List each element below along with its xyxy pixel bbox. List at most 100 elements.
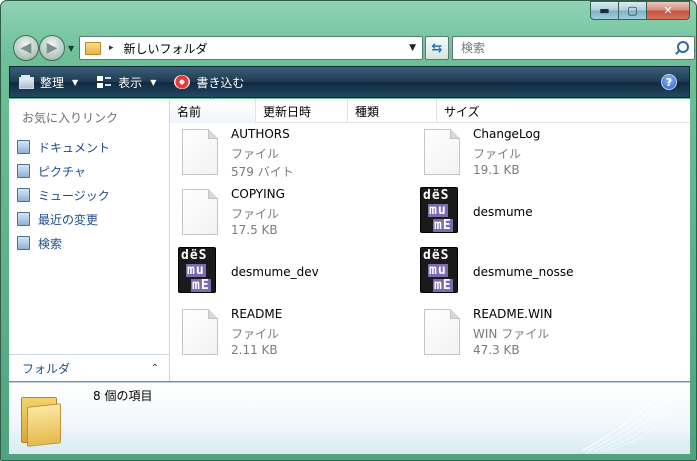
column-header-label: サイズ [444, 104, 480, 119]
desmume-app-icon: dëS mu mE [420, 247, 468, 295]
column-header-label: 更新日時 [263, 104, 312, 119]
breadcrumb-current-folder[interactable]: 新しいフォルダ [124, 40, 208, 57]
file-item[interactable]: README ファイル 2.11 KB [172, 303, 392, 359]
nav-item-label: ピクチャ [38, 164, 86, 179]
favorite-links-list: ドキュメント ピクチャ ミュージック 最近の変更 検索 [17, 135, 110, 255]
organize-icon [18, 75, 34, 89]
nav-item-pictures[interactable]: ピクチャ [17, 159, 110, 183]
document-icon [172, 189, 220, 237]
address-bar[interactable]: ▸ 新しいフォルダ ▼ [79, 36, 423, 60]
maximize-button[interactable]: ▢ [618, 1, 647, 20]
documents-icon [17, 140, 30, 154]
folders-label: フォルダ [22, 361, 71, 376]
file-size: 19.1 KB [473, 163, 520, 177]
folders-toggle[interactable]: フォルダ ⌃ [9, 354, 169, 381]
navigation-row: ◀ ▶ ▼ ▸ 新しいフォルダ ▼ ⇆ [11, 32, 695, 62]
sort-ascending-icon: ⌃ [208, 97, 216, 107]
column-header-name[interactable]: ⌃ 名前 [170, 97, 256, 123]
back-button[interactable]: ◀ [13, 35, 39, 61]
nav-item-label: 検索 [38, 236, 63, 251]
file-name: desmume_nosse [473, 265, 574, 279]
search-box[interactable] [452, 36, 695, 60]
file-name: README.WIN [473, 307, 553, 321]
file-name: README [231, 307, 283, 321]
help-button[interactable]: ? [661, 74, 677, 90]
nav-item-recently-changed[interactable]: 最近の変更 [17, 207, 110, 231]
burn-button[interactable]: 書き込む [166, 67, 254, 97]
chevron-down-icon: ▼ [72, 77, 79, 87]
item-count: 8 個の項目 [93, 389, 153, 403]
file-name: COPYING [231, 187, 285, 201]
chevron-down-icon: ▼ [150, 77, 157, 87]
decorative-swoosh-icon [581, 388, 669, 452]
nav-item-music[interactable]: ミュージック [17, 183, 110, 207]
burn-label: 書き込む [196, 75, 245, 90]
search-icon[interactable] [674, 41, 689, 55]
folder-large-icon [21, 391, 63, 447]
file-type: ファイル [231, 147, 280, 161]
recent-pages-dropdown[interactable]: ▼ [68, 44, 74, 53]
views-label: 表示 [118, 75, 143, 90]
folder-icon [85, 41, 101, 55]
file-type: ファイル [231, 327, 280, 341]
document-icon [172, 129, 220, 177]
file-type: ファイル [231, 207, 280, 221]
file-item[interactable]: README.WIN WIN ファイル 47.3 KB [414, 303, 634, 359]
arrow-left-icon: ◀ [20, 40, 32, 56]
search-input[interactable] [453, 41, 674, 55]
file-size: 2.11 KB [231, 343, 278, 357]
navigation-pane: お気に入りリンク ドキュメント ピクチャ ミュージック 最近の変更 検索 フォル… [9, 99, 170, 381]
file-name: AUTHORS [231, 127, 290, 141]
favorite-links-heading: お気に入りリンク [22, 111, 119, 125]
nav-item-searches[interactable]: 検索 [17, 231, 110, 255]
views-button[interactable]: 表示 ▼ [88, 67, 166, 97]
recent-changes-icon [17, 212, 30, 226]
file-name: ChangeLog [473, 127, 541, 141]
desmume-app-icon: dëS mu mE [178, 247, 226, 295]
command-bar: 整理 ▼ 表示 ▼ 書き込む ? [9, 66, 690, 98]
column-headers: ⌃ 名前 更新日時 種類 サイズ [170, 97, 690, 123]
document-icon [414, 309, 462, 357]
file-item[interactable]: AUTHORS ファイル 579 バイト [172, 123, 392, 179]
file-item[interactable]: dëS mu mE desmume_nosse [414, 243, 634, 299]
views-icon [96, 75, 112, 89]
column-header-size[interactable]: サイズ [437, 99, 690, 123]
file-item[interactable]: COPYING ファイル 17.5 KB [172, 183, 392, 239]
file-type: ファイル [473, 147, 522, 161]
column-header-label: 種類 [355, 104, 380, 119]
document-icon [414, 129, 462, 177]
music-icon [17, 188, 30, 202]
organize-label: 整理 [40, 75, 65, 90]
refresh-icon: ⇆ [431, 40, 443, 56]
chevron-up-icon: ⌃ [150, 362, 159, 374]
file-item[interactable]: dëS mu mE desmume_dev [172, 243, 392, 299]
arrow-right-icon: ▶ [46, 40, 58, 56]
file-size: 47.3 KB [473, 343, 520, 357]
column-header-modified[interactable]: 更新日時 [256, 99, 348, 123]
details-pane: 8 個の項目 [9, 382, 690, 454]
nav-item-label: 最近の変更 [38, 212, 99, 227]
file-type: WIN ファイル [473, 327, 550, 341]
file-list-pane: ⌃ 名前 更新日時 種類 サイズ AUTHORS ファイル 579 バイト Ch… [170, 97, 690, 381]
document-icon [172, 309, 220, 357]
organize-button[interactable]: 整理 ▼ [10, 67, 88, 97]
nav-item-label: ミュージック [38, 188, 110, 203]
address-dropdown-icon[interactable]: ▼ [409, 43, 416, 53]
caption-buttons: ▬ ▢ ✕ [590, 1, 690, 21]
file-size: 579 バイト [231, 165, 294, 179]
column-header-type[interactable]: 種類 [348, 99, 437, 123]
column-header-label: 名前 [177, 104, 202, 119]
minimize-button[interactable]: ▬ [590, 1, 619, 20]
breadcrumb-separator[interactable]: ▸ [109, 43, 114, 53]
searches-icon [17, 236, 30, 250]
file-name: desmume [473, 205, 533, 219]
refresh-button[interactable]: ⇆ [425, 36, 449, 60]
pictures-icon [17, 164, 30, 178]
nav-item-documents[interactable]: ドキュメント [17, 135, 110, 159]
file-name: desmume_dev [231, 265, 319, 279]
file-item[interactable]: dëS mu mE desmume [414, 183, 634, 239]
file-item[interactable]: ChangeLog ファイル 19.1 KB [414, 123, 634, 179]
file-size: 17.5 KB [231, 223, 278, 237]
close-button[interactable]: ✕ [646, 1, 690, 20]
forward-button[interactable]: ▶ [39, 35, 65, 61]
